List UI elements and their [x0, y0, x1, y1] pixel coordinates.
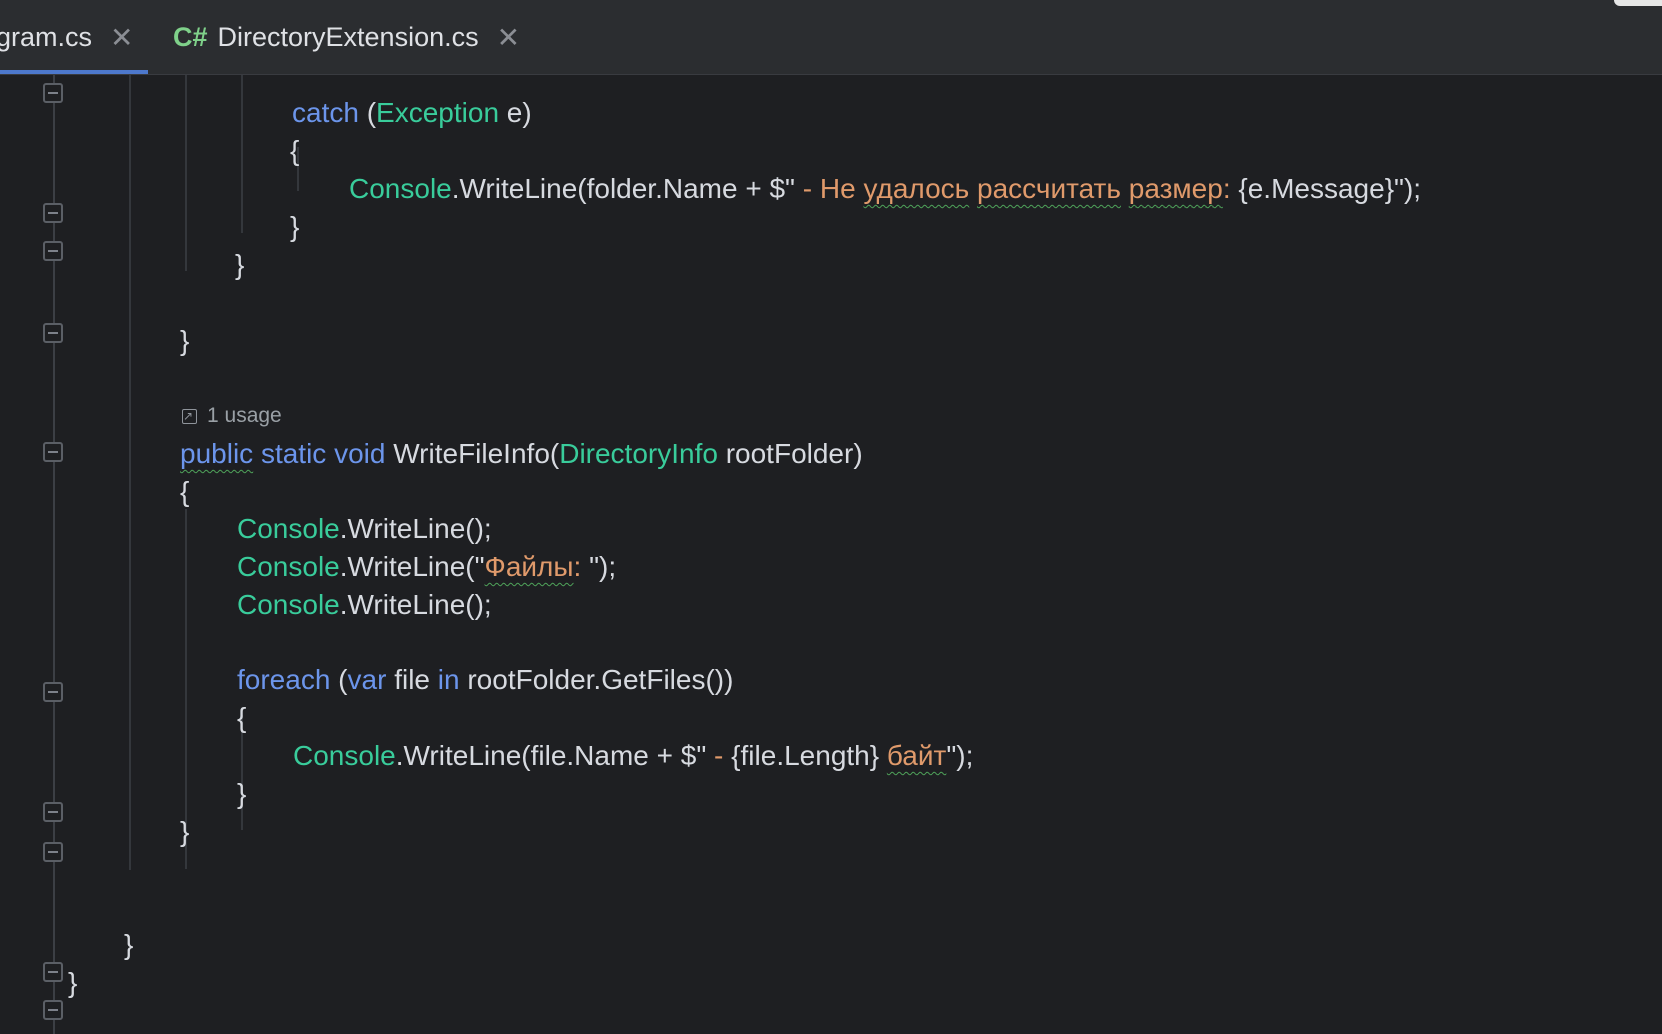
code-line[interactable]: } [237, 774, 246, 814]
fold-marker-icon[interactable] [43, 203, 63, 223]
external-link-icon [182, 401, 197, 431]
code-line[interactable]: } [235, 245, 244, 285]
code-line[interactable]: { [180, 472, 189, 512]
code-line[interactable]: { [237, 698, 246, 738]
fold-marker-icon[interactable] [43, 962, 63, 982]
close-icon[interactable]: ✕ [497, 21, 520, 54]
code-line[interactable]: Console.WriteLine(file.Name + $" - {file… [293, 736, 973, 776]
fold-marker-icon[interactable] [43, 682, 63, 702]
code-line[interactable]: Console.WriteLine(folder.Name + $" - Не … [349, 169, 1421, 209]
usage-hint[interactable]: 1 usage [182, 401, 282, 431]
fold-marker-icon[interactable] [43, 1000, 63, 1020]
fold-marker-icon[interactable] [43, 323, 63, 343]
code-line[interactable]: Console.WriteLine(); [237, 585, 492, 625]
code-line[interactable]: Console.WriteLine("Файлы: "); [237, 547, 616, 587]
fold-marker-icon[interactable] [43, 442, 63, 462]
code-line[interactable]: catch (Exception e) [292, 93, 532, 133]
fold-marker-icon[interactable] [43, 842, 63, 862]
type-name: Exception [376, 97, 500, 128]
code-line[interactable]: } [124, 925, 133, 965]
csharp-file-icon: C# [173, 21, 208, 52]
editor-tab-bar: gram.cs ✕ C# DirectoryExtension.cs ✕ [0, 0, 1662, 75]
fold-marker-icon[interactable] [43, 241, 63, 261]
tab-program-cs[interactable]: gram.cs ✕ [0, 0, 148, 74]
code-line[interactable]: foreach (var file in rootFolder.GetFiles… [237, 660, 733, 700]
fold-marker-icon[interactable] [43, 802, 63, 822]
code-line[interactable]: } [68, 963, 77, 1003]
close-icon[interactable]: ✕ [110, 21, 133, 54]
indent-guide [185, 75, 187, 271]
method-name: WriteFileInfo( [393, 438, 560, 469]
code-line[interactable]: public static void WriteFileInfo(Directo… [180, 434, 863, 474]
indent-guide [129, 75, 131, 870]
tab-label: gram.cs [0, 21, 93, 52]
tab-label: DirectoryExtension.cs [217, 21, 479, 52]
tab-directoryextension-cs[interactable]: C# DirectoryExtension.cs ✕ [173, 0, 520, 74]
code-line[interactable]: { [290, 131, 299, 171]
code-editor[interactable]: catch (Exception e) { Console.WriteLine(… [0, 75, 1662, 1034]
fold-marker-icon[interactable] [43, 83, 63, 103]
indent-guide [241, 75, 243, 233]
code-line[interactable]: } [180, 321, 189, 361]
code-line[interactable]: } [290, 207, 299, 247]
code-line[interactable]: } [180, 812, 189, 852]
code-line[interactable]: Console.WriteLine(); [237, 509, 492, 549]
window-corner [1614, 0, 1662, 6]
keyword: catch [292, 97, 359, 128]
